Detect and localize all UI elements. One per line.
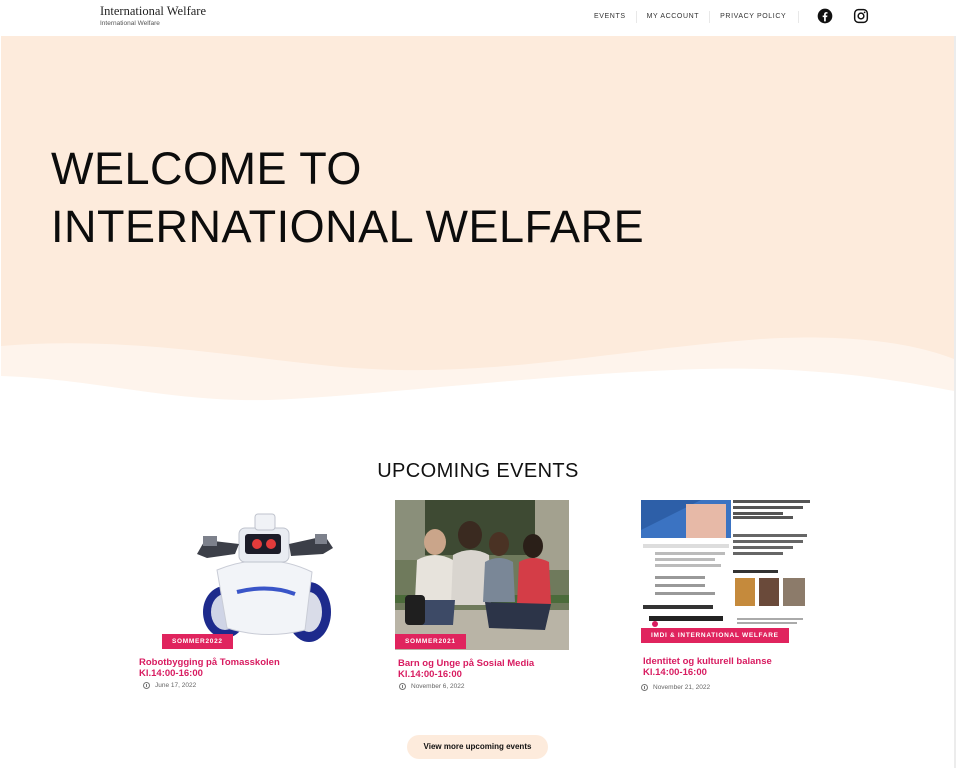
event-category-badge[interactable]: SOMMER2021 <box>395 634 466 649</box>
nav-item-events[interactable]: EVENTS <box>584 11 636 23</box>
instagram-icon[interactable] <box>853 8 869 24</box>
nav-divider <box>798 11 800 23</box>
hero-title: WELCOME TO INTERNATIONAL WELFARE <box>51 140 771 256</box>
event-time: Kl.14:00-16:00 <box>139 668 203 679</box>
event-date: November 21, 2022 <box>641 684 710 691</box>
youth-phones-photo[interactable] <box>395 500 569 650</box>
event-date-text: November 6, 2022 <box>411 683 465 690</box>
clock-icon <box>143 682 150 689</box>
event-title[interactable]: Robotbygging på Tomasskolen Kl.14:00-16:… <box>139 657 359 679</box>
facebook-icon[interactable] <box>817 8 833 24</box>
event-time: Kl.14:00-16:00 <box>398 669 462 680</box>
event-category-badge[interactable]: IMDI & INTERNATIONAL WELFARE <box>641 628 789 643</box>
event-title[interactable]: Barn og Unge på Sosial Media Kl.14:00-16… <box>398 658 618 680</box>
event-category-badge[interactable]: SOMMER2022 <box>162 634 233 649</box>
hero-title-line-2: INTERNATIONAL WELFARE <box>51 201 645 252</box>
event-date-text: June 17, 2022 <box>155 682 197 689</box>
event-date: November 6, 2022 <box>399 683 464 690</box>
event-date: June 17, 2022 <box>143 682 196 689</box>
robot-toy-image[interactable] <box>177 500 337 650</box>
event-title-text: Identitet og kulturell balanse <box>643 656 772 667</box>
site-header: International Welfare International Welf… <box>0 0 956 36</box>
event-title-text: Barn og Unge på Sosial Media <box>398 658 535 669</box>
clock-icon <box>641 684 648 691</box>
site-brand[interactable]: International Welfare International Welf… <box>100 4 206 29</box>
view-more-events-button[interactable]: View more upcoming events <box>407 735 548 759</box>
event-flyer-image[interactable] <box>641 500 810 632</box>
nav-item-my-account[interactable]: MY ACCOUNT <box>635 11 710 23</box>
event-title[interactable]: Identitet og kulturell balanse Kl.14:00-… <box>643 656 863 678</box>
event-date-text: November 21, 2022 <box>653 684 711 691</box>
event-time: Kl.14:00-16:00 <box>643 667 707 678</box>
clock-icon <box>399 683 406 690</box>
site-tagline: International Welfare <box>100 20 160 27</box>
site-title[interactable]: International Welfare <box>100 4 206 19</box>
nav-item-privacy-policy[interactable]: PRIVACY POLICY <box>709 11 796 23</box>
hero-wave-divider <box>1 337 954 431</box>
main-nav: EVENTS MY ACCOUNT PRIVACY POLICY <box>584 0 800 34</box>
event-title-text: Robotbygging på Tomasskolen <box>139 657 280 668</box>
hero-section: WELCOME TO INTERNATIONAL WELFARE <box>1 36 954 431</box>
hero-title-line-1: WELCOME TO <box>51 143 362 194</box>
upcoming-events-heading: UPCOMING EVENTS <box>377 460 579 482</box>
